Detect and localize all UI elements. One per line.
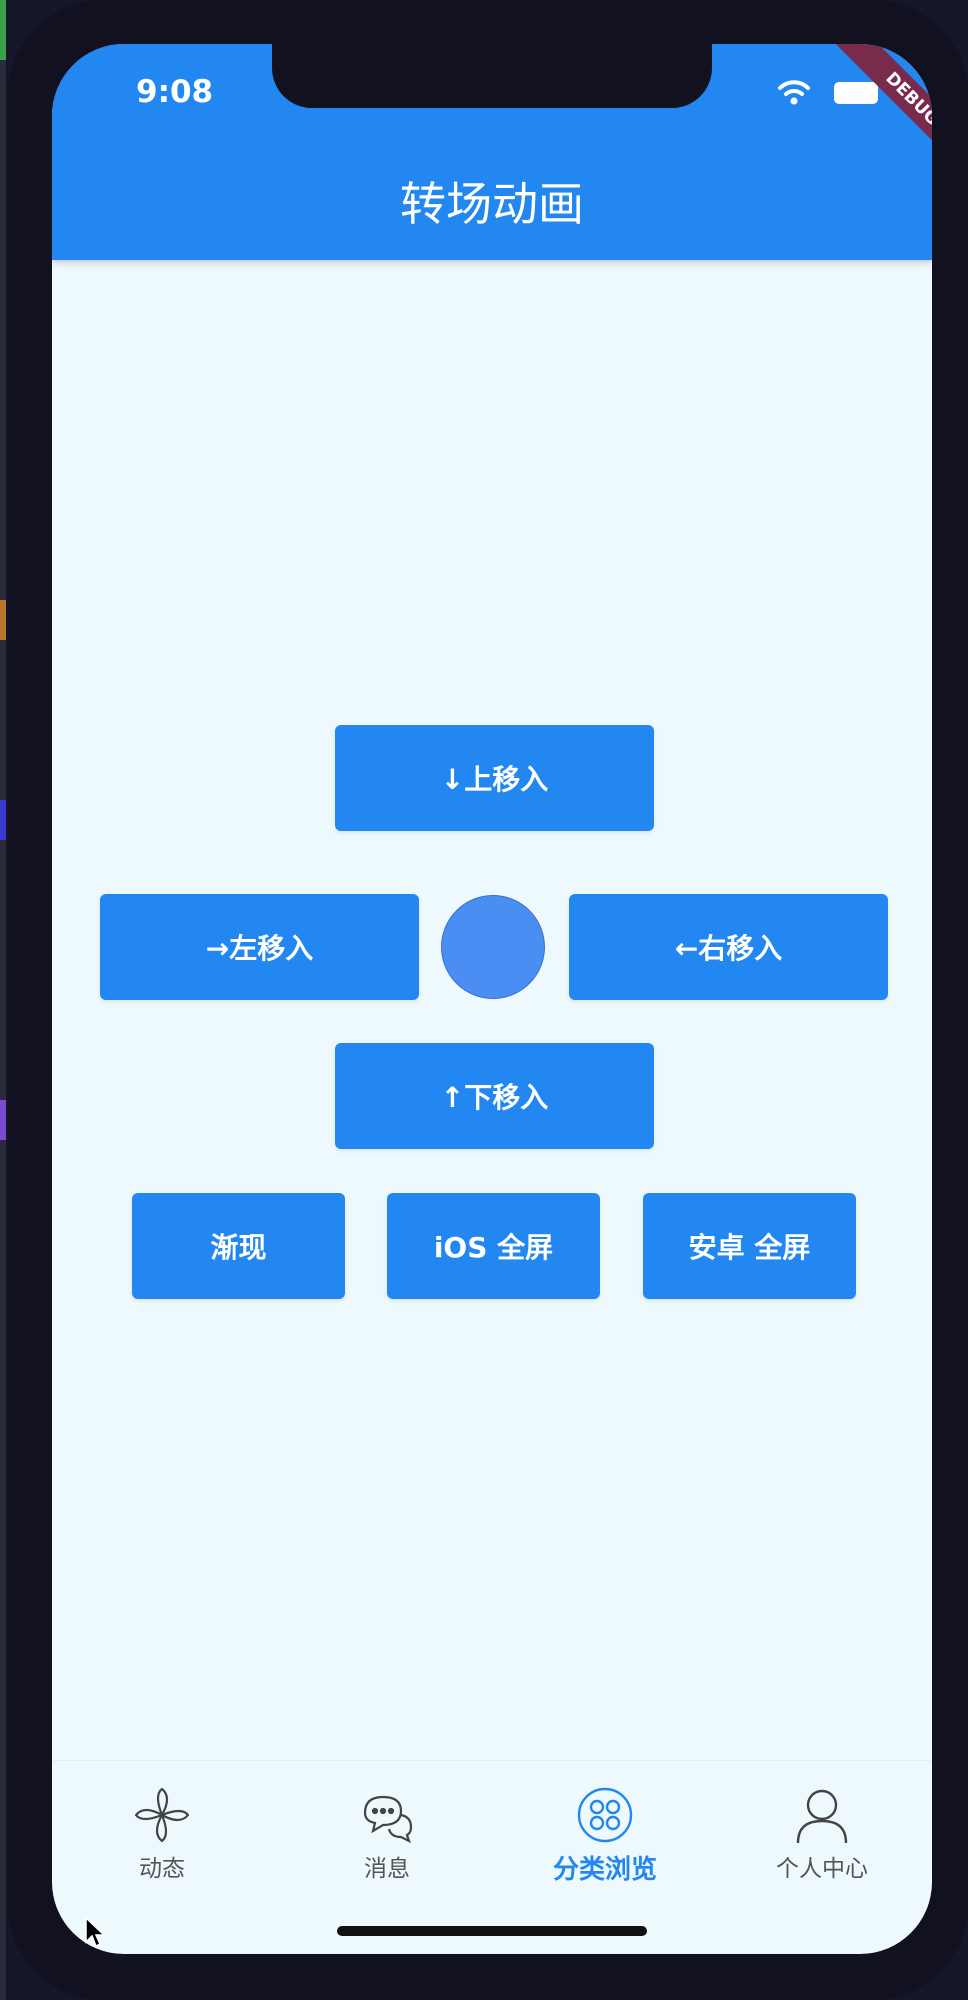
tab-label: 动态 (139, 1856, 185, 1882)
tab-label: 分类浏览 (552, 1855, 657, 1885)
background-window-strip (0, 0, 6, 2000)
page-title: 转场动画 (400, 177, 584, 231)
tab-dynamic[interactable]: 动态 (72, 1785, 252, 1883)
device-notch (272, 44, 712, 108)
animation-circle (441, 895, 545, 999)
bottom-tab-bar: 动态 消息 分类浏览 个人中心 (52, 1760, 932, 1890)
tab-messages[interactable]: 消息 (297, 1785, 477, 1883)
android-fullscreen-button[interactable]: 安卓 全屏 (643, 1193, 856, 1299)
battery-icon (834, 82, 878, 104)
tab-category-browse[interactable]: 分类浏览 (515, 1785, 695, 1886)
app-screen: 9:08 DEBUG 转场动画 ↓上移入 →左移入 ←右移入 ↑下移入 渐现 i… (52, 44, 932, 1954)
mouse-cursor-icon (85, 1916, 106, 1948)
slide-up-button[interactable]: ↓上移入 (335, 725, 654, 831)
fade-in-button[interactable]: 渐现 (132, 1193, 345, 1299)
slide-left-button[interactable]: →左移入 (100, 894, 419, 1000)
phone-frame: 9:08 DEBUG 转场动画 ↓上移入 →左移入 ←右移入 ↑下移入 渐现 i… (8, 0, 968, 2000)
tab-profile[interactable]: 个人中心 (732, 1785, 912, 1883)
person-icon (796, 1789, 848, 1844)
tab-label: 个人中心 (776, 1856, 868, 1882)
slide-right-button[interactable]: ←右移入 (569, 894, 888, 1000)
pinwheel-icon (134, 1787, 190, 1843)
status-time: 9:08 (136, 74, 214, 110)
wifi-icon (778, 80, 810, 105)
chat-bubbles-icon (363, 1795, 413, 1844)
category-icon (577, 1787, 633, 1843)
home-indicator[interactable] (337, 1926, 647, 1936)
slide-down-button[interactable]: ↑下移入 (335, 1043, 654, 1149)
ios-fullscreen-button[interactable]: iOS 全屏 (387, 1193, 600, 1299)
tab-label: 消息 (364, 1856, 410, 1882)
debug-banner: DEBUG (830, 44, 932, 181)
